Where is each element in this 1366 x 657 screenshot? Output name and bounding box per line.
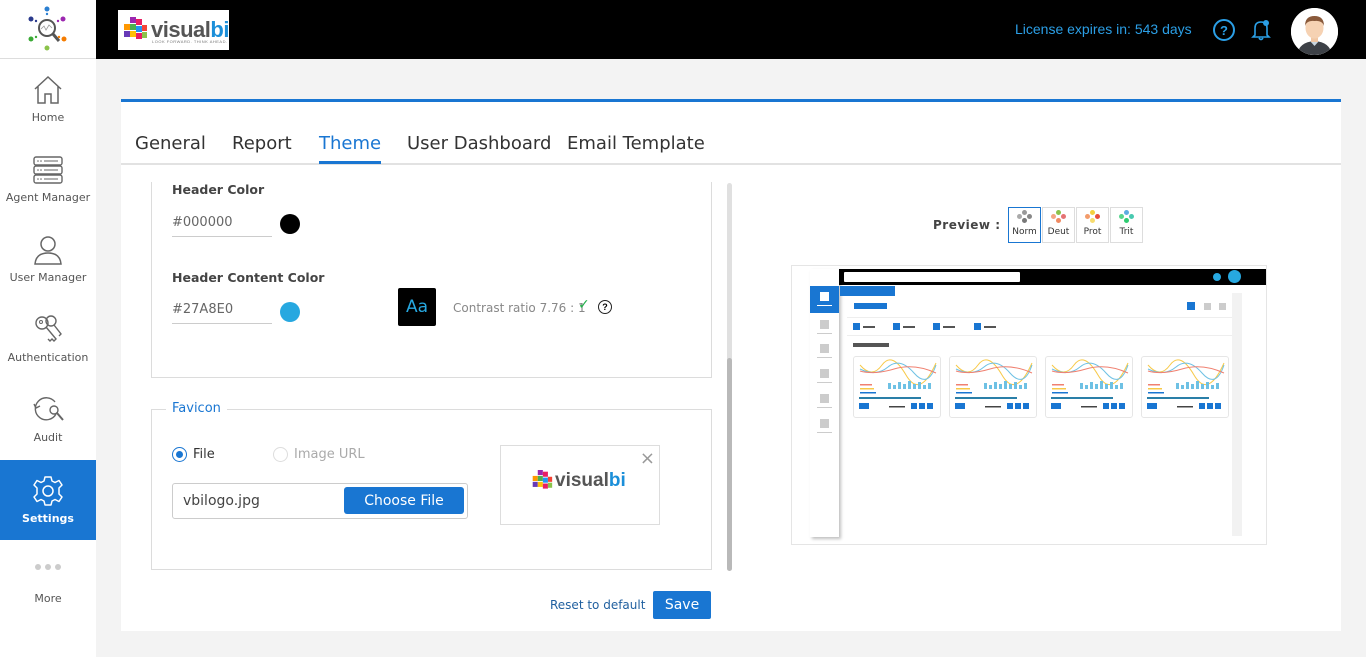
user-icon — [31, 233, 65, 267]
sidebar-item-label: Settings — [22, 512, 74, 525]
preview-mode-label: Prot — [1083, 227, 1102, 237]
header-content-color-label: Header Content Color — [172, 270, 325, 285]
mock-inner — [840, 286, 1232, 536]
contrast-ratio-text: Contrast ratio 7.76 : 1 — [453, 301, 586, 315]
vision-dots-icon — [1118, 210, 1135, 224]
preview-mode-normal[interactable]: Norm — [1008, 207, 1041, 243]
favicon-preview: × visualbi — [500, 445, 660, 525]
sidebar-nav: Home Agent Manager User Manager Authenti… — [0, 59, 96, 657]
user-avatar[interactable] — [1291, 8, 1338, 55]
mock-card — [1141, 356, 1229, 418]
sidebar-item-audit[interactable]: Audit — [0, 379, 96, 459]
sidebar-item-more[interactable]: More — [0, 540, 96, 620]
tab-email-template[interactable]: Email Template — [567, 133, 705, 164]
brand-logo: visualbi LOOK FORWARD. THINK AHEAD. — [118, 10, 229, 50]
settings-panel: General Report Theme User Dashboard Emai… — [121, 99, 1341, 631]
reset-to-default-link[interactable]: Reset to default — [550, 598, 645, 612]
radio-file-label: File — [193, 447, 215, 462]
sidebar-item-home[interactable]: Home — [0, 59, 96, 139]
save-button[interactable]: Save — [653, 591, 711, 619]
header-color-swatch[interactable] — [280, 214, 300, 234]
preview-label: Preview : — [933, 218, 1001, 232]
favicon-image: visualbi — [531, 470, 626, 492]
preview-mode-label: Trit — [1119, 227, 1134, 237]
sidebar-item-label: Audit — [33, 431, 63, 444]
contrast-sample: Aa — [398, 288, 436, 326]
brand-cube-icon — [124, 17, 147, 39]
radio-image-url[interactable] — [273, 447, 288, 462]
sidebar-item-label: Home — [31, 111, 65, 124]
audit-icon — [31, 393, 65, 427]
choose-file-button[interactable]: Choose File — [344, 487, 464, 514]
mock-header-dot — [1213, 273, 1221, 281]
brand-cube-icon — [532, 470, 553, 489]
vision-dots-icon — [1050, 210, 1067, 224]
gear-icon — [31, 474, 65, 508]
check-icon: ✓ — [578, 297, 590, 313]
mock-card — [949, 356, 1037, 418]
help-icon[interactable]: ? — [1213, 19, 1235, 41]
mock-card — [1045, 356, 1133, 418]
theme-preview-mockup — [791, 265, 1267, 545]
preview-mode-deut[interactable]: Deut — [1042, 207, 1075, 243]
tab-general[interactable]: General — [135, 133, 206, 164]
header-color-label: Header Color — [172, 182, 265, 197]
tab-theme[interactable]: Theme — [319, 133, 382, 164]
preview-mode-label: Deut — [1047, 227, 1070, 237]
contrast-help-icon[interactable]: ? — [598, 300, 612, 314]
sidebar-item-label: Agent Manager — [5, 191, 91, 204]
header-content-color-swatch[interactable] — [280, 302, 300, 322]
mock-sidebar-active — [810, 286, 839, 313]
form-scrollbar[interactable] — [727, 183, 732, 571]
sidebar-item-authentication[interactable]: Authentication — [0, 299, 96, 379]
tab-user-dashboard[interactable]: User Dashboard — [407, 133, 551, 164]
brand-name: visualbi — [151, 17, 229, 42]
more-icon — [31, 550, 65, 584]
favicon-section: Favicon File Image URL vbilogo.jpg Choos… — [151, 401, 712, 570]
notification-bell-icon[interactable] — [1249, 18, 1273, 42]
sidebar-item-label: User Manager — [9, 271, 87, 284]
tab-report[interactable]: Report — [232, 133, 292, 164]
mock-content — [840, 286, 1242, 536]
radio-image-url-label: Image URL — [294, 447, 365, 462]
preview-mode-label: Norm — [1012, 227, 1037, 237]
sidebar-item-label: Authentication — [7, 351, 89, 364]
mock-avatar — [1228, 270, 1241, 283]
sidebar-item-settings[interactable]: Settings — [0, 460, 96, 540]
preview-mode-prot[interactable]: Prot — [1076, 207, 1109, 243]
vision-dots-icon — [1084, 210, 1101, 224]
header-color-input[interactable]: #000000 — [172, 211, 272, 237]
close-icon[interactable]: × — [640, 448, 655, 469]
home-icon — [31, 73, 65, 107]
magnifier-logo-icon — [28, 6, 67, 51]
app-logo[interactable] — [0, 0, 96, 59]
mock-header — [839, 269, 1266, 285]
file-input[interactable]: vbilogo.jpg Choose File — [172, 483, 468, 519]
mock-sidebar — [810, 269, 839, 537]
preview-mode-trit[interactable]: Trit — [1110, 207, 1143, 243]
keys-icon — [31, 313, 65, 347]
server-icon — [31, 153, 65, 187]
scrollbar-thumb[interactable] — [727, 358, 732, 571]
settings-tabs: General Report Theme User Dashboard Emai… — [121, 132, 1341, 165]
header-content-color-input[interactable]: #27A8E0 — [172, 298, 272, 324]
brand-tagline: LOOK FORWARD. THINK AHEAD. — [152, 39, 228, 44]
favicon-legend: Favicon — [166, 401, 227, 416]
mock-card — [853, 356, 941, 418]
sidebar-item-agent-manager[interactable]: Agent Manager — [0, 139, 96, 219]
file-name: vbilogo.jpg — [183, 493, 260, 509]
license-expiry-text: License expires in: 543 days — [1015, 21, 1192, 37]
sidebar-item-user-manager[interactable]: User Manager — [0, 219, 96, 299]
vision-dots-icon — [1016, 210, 1033, 224]
mock-search — [844, 272, 1020, 282]
radio-file[interactable] — [172, 447, 187, 462]
sidebar-item-label: More — [34, 592, 62, 605]
